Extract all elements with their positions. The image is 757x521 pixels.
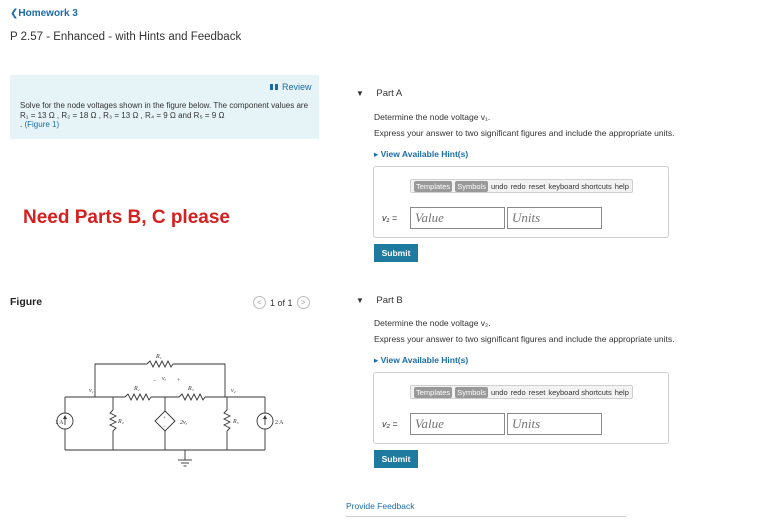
templates-button[interactable]: Templates [414,180,453,192]
r3-label: R₃ [187,386,194,392]
caret-right-icon: ▸ [374,149,379,159]
source-2-label: 2 A [275,420,284,426]
figure-label: Figure [10,296,43,308]
resistor-r2 [124,392,152,402]
v1-units-input[interactable] [507,207,602,229]
circuit-diagram: 1 A 2 A R₁ R₂ R₃ R₄ R₅ v₁ v₂ vₓ − + 2vₓ … [55,354,284,467]
r4-label: R₄ [117,419,124,425]
review-link[interactable]: Review [270,82,312,92]
r1-label: R₁ [155,354,162,360]
caret-right-icon: ▸ [374,355,379,365]
svg-text:+: + [177,378,181,384]
reset-button[interactable]: reset [529,388,546,397]
part-b-prompt: Determine the node voltage v₂. [374,318,491,328]
v1-value-input[interactable] [410,207,505,229]
help-button[interactable]: help [615,388,629,397]
overlay-note: Need Parts B, C please [23,207,230,228]
book-icon [270,84,278,90]
source-1-label: 1 A [55,420,64,426]
help-button[interactable]: help [615,182,629,191]
symbols-button[interactable]: Symbols [455,180,488,192]
v1-label: v₁ [89,388,94,394]
provide-feedback-link[interactable]: Provide Feedback [346,501,415,511]
problem-text: Solve for the node voltages shown in the… [20,101,309,129]
keyboard-shortcuts-button[interactable]: keyboard shortcuts [548,388,611,397]
undo-button[interactable]: undo [491,388,508,397]
chevron-left-icon[interactable]: < [253,296,266,309]
caret-down-icon: ▼ [356,296,364,305]
figure-1-link[interactable]: (Figure 1) [24,120,59,129]
math-toolbar: Templates Symbols undo redo reset keyboa… [410,385,633,399]
v2-units-input[interactable] [507,413,602,435]
v2-value-input[interactable] [410,413,505,435]
part-a-answer-panel: Templates Symbols undo redo reset keyboa… [373,166,669,238]
symbols-button[interactable]: Symbols [455,386,488,398]
resistor-r3 [178,392,206,402]
page-title: P 2.57 - Enhanced - with Hints and Feedb… [10,31,242,43]
part-b-submit-button[interactable]: Submit [374,450,418,468]
keyboard-shortcuts-button[interactable]: keyboard shortcuts [548,182,611,191]
svg-text:−: − [163,425,166,430]
redo-button[interactable]: redo [511,388,526,397]
part-b-hint-link[interactable]: ▸ View Available Hint(s) [374,355,468,366]
r2-label: R₂ [133,386,140,392]
part-b-answer-panel: Templates Symbols undo redo reset keyboa… [373,372,669,444]
reset-button[interactable]: reset [529,182,546,191]
part-b-header[interactable]: ▼ Part B [356,290,403,308]
math-toolbar: Templates Symbols undo redo reset keyboa… [410,179,633,193]
dependent-source-label: 2vₓ [180,420,188,426]
part-a-hint-link[interactable]: ▸ View Available Hint(s) [374,149,468,160]
v2-variable-label: v₂ = [382,419,398,429]
resistor-r1 [146,359,174,369]
svg-text:+: + [163,416,166,421]
templates-button[interactable]: Templates [414,386,453,398]
caret-down-icon: ▼ [356,89,364,98]
back-to-homework-link[interactable]: ❮Homework 3 [10,8,78,19]
undo-button[interactable]: undo [491,182,508,191]
chevron-right-icon[interactable]: > [296,296,310,309]
v1-variable-label: v₁ = [382,213,398,223]
part-b-instruction: Express your answer to two significant f… [374,334,675,344]
figure-pager: < 1 of 1 > [253,296,310,309]
v2-label: v₂ [231,388,236,394]
part-a-instruction: Express your answer to two significant f… [374,128,675,138]
divider [346,516,626,517]
vx-label: vₓ [162,376,167,382]
pager-text: 1 of 1 [270,297,293,308]
resistor-r5 [222,409,232,432]
part-a-submit-button[interactable]: Submit [374,244,418,262]
wire-top-left [94,363,147,372]
part-a-prompt: Determine the node voltage v₁. [374,112,491,122]
svg-text:−: − [153,378,157,384]
resistor-r4 [108,409,118,432]
redo-button[interactable]: redo [511,182,526,191]
wire-top-right [173,363,226,372]
r5-label: R₅ [232,419,239,425]
part-a-header[interactable]: ▼ Part A [356,83,402,101]
